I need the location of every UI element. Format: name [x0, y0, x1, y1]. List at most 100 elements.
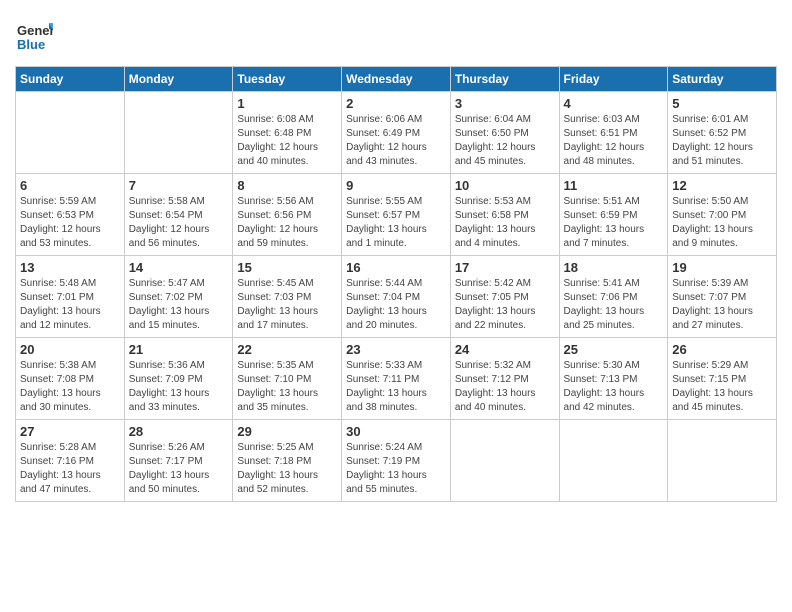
calendar-cell: 7Sunrise: 5:58 AMSunset: 6:54 PMDaylight… [124, 174, 233, 256]
day-info: Sunrise: 5:29 AMSunset: 7:15 PMDaylight:… [672, 359, 772, 415]
week-row-3: 13Sunrise: 5:48 AMSunset: 7:01 PMDayligh… [16, 256, 777, 338]
day-info: Sunrise: 6:04 AMSunset: 6:50 PMDaylight:… [455, 113, 555, 169]
day-number: 27 [20, 424, 120, 439]
day-info: Sunrise: 5:41 AMSunset: 7:06 PMDaylight:… [564, 277, 664, 333]
day-number: 10 [455, 178, 555, 193]
calendar-cell: 11 Sunrise: 5:51 AMSunset: 6:59 PMDayligh… [559, 174, 668, 256]
day-info: Sunrise: 5:55 AMSunset: 6:57 PMDaylight:… [346, 195, 446, 251]
calendar-cell: 30Sunrise: 5:24 AMSunset: 7:19 PMDayligh… [342, 420, 451, 502]
day-info: Sunrise: 5:51 AMSunset: 6:59 PMDaylight:… [564, 195, 664, 251]
calendar-cell: 20 Sunrise: 5:38 AMSunset: 7:08 PMDayligh… [16, 338, 125, 420]
day-info: Sunrise: 5:38 AMSunset: 7:08 PMDaylight:… [20, 359, 120, 415]
calendar-cell [16, 92, 125, 174]
day-number: 9 [346, 178, 446, 193]
day-info: Sunrise: 5:35 AMSunset: 7:10 PMDaylight:… [237, 359, 337, 415]
day-number: 25 [564, 342, 664, 357]
header-row: SundayMondayTuesdayWednesdayThursdayFrid… [16, 67, 777, 92]
calendar-cell [559, 420, 668, 502]
week-row-5: 27 Sunrise: 5:28 AMSunset: 7:16 PMDayligh… [16, 420, 777, 502]
day-info: Sunrise: 5:36 AMSunset: 7:09 PMDaylight:… [129, 359, 229, 415]
day-number: 19 [672, 260, 772, 275]
day-number: 17 [455, 260, 555, 275]
day-number: 26 [672, 342, 772, 357]
logo: General Blue [15, 15, 53, 58]
day-number: 18 [564, 260, 664, 275]
svg-text:Blue: Blue [17, 37, 45, 52]
header-tuesday: Tuesday [233, 67, 342, 92]
day-info: Sunrise: 5:48 AMSunset: 7:01 PMDaylight:… [20, 277, 120, 333]
calendar-cell: 9 Sunrise: 5:55 AMSunset: 6:57 PMDaylight… [342, 174, 451, 256]
day-number: 7 [129, 178, 229, 193]
calendar-cell: 6 Sunrise: 5:59 AMSunset: 6:53 PMDaylight… [16, 174, 125, 256]
day-info: Sunrise: 5:26 AMSunset: 7:17 PMDaylight:… [129, 441, 229, 497]
day-info: Sunrise: 5:33 AMSunset: 7:11 PMDaylight:… [346, 359, 446, 415]
calendar-cell: 3 Sunrise: 6:04 AMSunset: 6:50 PMDaylight… [450, 92, 559, 174]
header-sunday: Sunday [16, 67, 125, 92]
calendar-cell: 21 Sunrise: 5:36 AMSunset: 7:09 PMDayligh… [124, 338, 233, 420]
day-number: 3 [455, 96, 555, 111]
svg-text:General: General [17, 23, 53, 38]
day-info: Sunrise: 6:03 AMSunset: 6:51 PMDaylight:… [564, 113, 664, 169]
calendar-cell: 24Sunrise: 5:32 AMSunset: 7:12 PMDayligh… [450, 338, 559, 420]
header-wednesday: Wednesday [342, 67, 451, 92]
calendar-cell: 18 Sunrise: 5:41 AMSunset: 7:06 PMDayligh… [559, 256, 668, 338]
header-thursday: Thursday [450, 67, 559, 92]
day-number: 12 [672, 178, 772, 193]
week-row-2: 6 Sunrise: 5:59 AMSunset: 6:53 PMDaylight… [16, 174, 777, 256]
calendar-cell: 25Sunrise: 5:30 AMSunset: 7:13 PMDayligh… [559, 338, 668, 420]
logo-mark: General Blue [15, 15, 53, 58]
week-row-4: 20 Sunrise: 5:38 AMSunset: 7:08 PMDayligh… [16, 338, 777, 420]
day-number: 30 [346, 424, 446, 439]
day-info: Sunrise: 5:42 AMSunset: 7:05 PMDaylight:… [455, 277, 555, 333]
calendar-cell: 22 Sunrise: 5:35 AMSunset: 7:10 PMDayligh… [233, 338, 342, 420]
day-number: 5 [672, 96, 772, 111]
header-monday: Monday [124, 67, 233, 92]
calendar-cell: 19 Sunrise: 5:39 AMSunset: 7:07 PMDayligh… [668, 256, 777, 338]
calendar-cell: 5 Sunrise: 6:01 AMSunset: 6:52 PMDaylight… [668, 92, 777, 174]
day-info: Sunrise: 5:32 AMSunset: 7:12 PMDaylight:… [455, 359, 555, 415]
day-info: Sunrise: 5:59 AMSunset: 6:53 PMDaylight:… [20, 195, 120, 251]
calendar-cell [450, 420, 559, 502]
day-number: 4 [564, 96, 664, 111]
calendar-cell: 13Sunrise: 5:48 AMSunset: 7:01 PMDayligh… [16, 256, 125, 338]
week-row-1: 1 Sunrise: 6:08 AMSunset: 6:48 PMDaylight… [16, 92, 777, 174]
calendar-cell: 1 Sunrise: 6:08 AMSunset: 6:48 PMDaylight… [233, 92, 342, 174]
calendar-table: SundayMondayTuesdayWednesdayThursdayFrid… [15, 66, 777, 502]
day-info: Sunrise: 5:25 AMSunset: 7:18 PMDaylight:… [237, 441, 337, 497]
day-number: 11 [564, 178, 664, 193]
day-info: Sunrise: 5:47 AMSunset: 7:02 PMDaylight:… [129, 277, 229, 333]
calendar-cell: 28 Sunrise: 5:26 AMSunset: 7:17 PMDayligh… [124, 420, 233, 502]
day-info: Sunrise: 5:28 AMSunset: 7:16 PMDaylight:… [20, 441, 120, 497]
day-number: 22 [237, 342, 337, 357]
day-number: 20 [20, 342, 120, 357]
day-number: 14 [129, 260, 229, 275]
calendar-cell [668, 420, 777, 502]
header-friday: Friday [559, 67, 668, 92]
calendar-cell: 4 Sunrise: 6:03 AMSunset: 6:51 PMDaylight… [559, 92, 668, 174]
day-number: 21 [129, 342, 229, 357]
day-info: Sunrise: 6:08 AMSunset: 6:48 PMDaylight:… [237, 113, 337, 169]
day-info: Sunrise: 5:44 AMSunset: 7:04 PMDaylight:… [346, 277, 446, 333]
day-info: Sunrise: 6:06 AMSunset: 6:49 PMDaylight:… [346, 113, 446, 169]
day-number: 15 [237, 260, 337, 275]
day-info: Sunrise: 5:53 AMSunset: 6:58 PMDaylight:… [455, 195, 555, 251]
calendar-cell: 17 Sunrise: 5:42 AMSunset: 7:05 PMDayligh… [450, 256, 559, 338]
calendar-cell: 26 Sunrise: 5:29 AMSunset: 7:15 PMDayligh… [668, 338, 777, 420]
calendar-cell: 14 Sunrise: 5:47 AMSunset: 7:02 PMDayligh… [124, 256, 233, 338]
calendar-cell: 8Sunrise: 5:56 AMSunset: 6:56 PMDaylight… [233, 174, 342, 256]
day-number: 2 [346, 96, 446, 111]
calendar-header: SundayMondayTuesdayWednesdayThursdayFrid… [16, 67, 777, 92]
day-number: 1 [237, 96, 337, 111]
day-number: 6 [20, 178, 120, 193]
day-number: 29 [237, 424, 337, 439]
calendar-cell: 29 Sunrise: 5:25 AMSunset: 7:18 PMDayligh… [233, 420, 342, 502]
day-number: 23 [346, 342, 446, 357]
calendar-cell: 16 Sunrise: 5:44 AMSunset: 7:04 PMDayligh… [342, 256, 451, 338]
calendar-cell: 12Sunrise: 5:50 AMSunset: 7:00 PMDayligh… [668, 174, 777, 256]
day-number: 28 [129, 424, 229, 439]
day-info: Sunrise: 6:01 AMSunset: 6:52 PMDaylight:… [672, 113, 772, 169]
calendar-cell: 10 Sunrise: 5:53 AMSunset: 6:58 PMDayligh… [450, 174, 559, 256]
day-info: Sunrise: 5:39 AMSunset: 7:07 PMDaylight:… [672, 277, 772, 333]
day-number: 16 [346, 260, 446, 275]
calendar-cell: 15Sunrise: 5:45 AMSunset: 7:03 PMDayligh… [233, 256, 342, 338]
